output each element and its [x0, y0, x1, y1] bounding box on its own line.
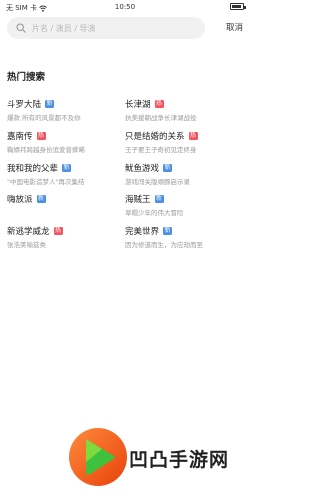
hot-item-subtitle: 抗美援朝战争长津湖战役: [125, 114, 197, 122]
hot-badge: 热: [154, 100, 164, 108]
hot-item-title: 新逃学威龙: [7, 227, 50, 237]
hot-item-subtitle: 鞠婧祎跨越身份追爱曾舜晞: [7, 146, 85, 154]
hot-item-subtitle: "中国电影造梦人"再次集结: [7, 178, 85, 186]
hot-item-title: 我和我的父辈: [7, 164, 59, 174]
battery-level: [232, 5, 241, 8]
play-icon: [86, 439, 115, 475]
hot-item-title: 长津湖: [125, 100, 151, 110]
hot-badge: 热: [53, 227, 63, 235]
hot-item[interactable]: 只是结婚的关系 热 王子要王子奇初见定终身: [125, 130, 243, 154]
hot-item[interactable]: 嘉南传 热 鞠婧祎跨越身份追爱曾舜晞: [7, 130, 125, 154]
hot-item-title: 斗罗大陆: [7, 100, 42, 110]
search-row: 取消: [7, 17, 243, 39]
new-badge: 新: [45, 100, 55, 108]
cancel-button[interactable]: 取消: [226, 17, 243, 39]
new-badge: 新: [163, 227, 173, 235]
search-icon: [16, 23, 26, 33]
hot-badge: 热: [36, 132, 46, 140]
hot-item-subtitle: 张浩荚喻兹类: [7, 241, 46, 249]
hot-item-title: 嗨放派: [7, 195, 33, 205]
hot-item-title: 只是结婚的关系: [125, 132, 185, 142]
hot-item-subtitle: 草帽少年的伟大冒险: [125, 209, 184, 217]
battery-icon: [230, 3, 246, 10]
hot-item[interactable]: 嗨放派 新: [7, 193, 125, 215]
new-badge: 新: [154, 195, 164, 203]
search-box[interactable]: [7, 17, 205, 39]
hot-item[interactable]: 长津湖 热 抗美援朝战争长津湖战役: [125, 98, 243, 122]
watermark-text: 凹凸手游网: [129, 449, 230, 471]
status-time: 10:50: [114, 3, 136, 11]
site-watermark: 凹凸手游网: [69, 428, 245, 486]
hot-item-title: 海贼王: [125, 195, 151, 205]
hot-item-subtitle: 游戏闯关版顺豚启示录: [125, 178, 190, 186]
hot-item[interactable]: 完美世界 新 因为修道而生，为应劫而至: [125, 225, 243, 249]
new-badge: 新: [163, 164, 173, 172]
hot-item-title: 完美世界: [125, 227, 160, 237]
status-bar: 无 SIM 卡 10:50: [0, 0, 250, 14]
hot-item[interactable]: 斗罗大陆 新 爆款 所有的风景都不及你: [7, 98, 125, 122]
hot-item[interactable]: 我和我的父辈 新 "中国电影造梦人"再次集结: [7, 162, 125, 186]
new-badge: 新: [36, 195, 46, 203]
hot-item-title: 嘉南传: [7, 132, 33, 142]
watermark-logo: [69, 428, 127, 486]
search-input[interactable]: [32, 23, 192, 33]
hot-item[interactable]: 鱿鱼游戏 新 游戏闯关版顺豚启示录: [125, 162, 243, 186]
hot-item[interactable]: 新逃学威龙 热 张浩荚喻兹类: [7, 225, 125, 249]
hot-item-subtitle: 因为修道而生，为应劫而至: [125, 241, 203, 249]
hot-badge: 热: [188, 132, 198, 140]
hot-item-subtitle: 王子要王子奇初见定终身: [125, 146, 197, 154]
hot-search-title: 热门搜索: [7, 72, 46, 83]
status-right: [230, 3, 246, 10]
hot-item[interactable]: 海贼王 新 草帽少年的伟大冒险: [125, 193, 243, 217]
hot-item-subtitle: 爆款 所有的风景都不及你: [7, 114, 81, 122]
new-badge: 新: [62, 164, 72, 172]
hot-item-title: 鱿鱼游戏: [125, 164, 160, 174]
